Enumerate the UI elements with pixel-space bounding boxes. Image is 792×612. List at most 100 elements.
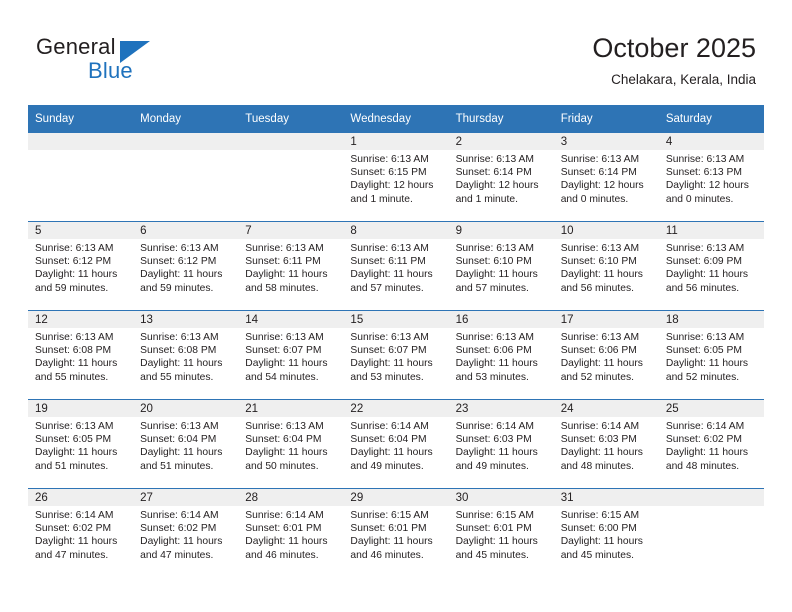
calendar-day-cell[interactable]: 20 Sunrise: 6:13 AM Sunset: 6:04 PM Dayligh… xyxy=(133,399,239,489)
calendar-day-cell[interactable]: 4 Sunrise: 6:13 AM Sunset: 6:13 PM Daylight… xyxy=(658,133,764,222)
calendar-day-cell[interactable]: 29 Sunrise: 6:15 AM Sunset: 6:01 PM Dayligh… xyxy=(343,488,449,577)
calendar-day-cell[interactable]: 13 Sunrise: 6:13 AM Sunset: 6:08 PM Dayligh… xyxy=(133,310,239,400)
daylight-text-line2: and 49 minutes. xyxy=(350,460,424,472)
sunrise-text: Sunrise: 6:14 AM xyxy=(35,510,114,521)
day-cell-inner: 12 Sunrise: 6:13 AM Sunset: 6:08 PM Dayligh… xyxy=(28,311,134,399)
calendar-body: 1 Sunrise: 6:13 AM Sunset: 6:15 PM Daylight… xyxy=(28,133,764,577)
sunset-text: Sunset: 6:05 PM xyxy=(35,434,112,446)
brand-logo[interactable]: General Blue xyxy=(36,34,296,90)
day-details: Sunrise: 6:15 AM Sunset: 6:00 PM Daylight:… xyxy=(554,506,659,562)
calendar-day-cell[interactable]: 3 Sunrise: 6:13 AM Sunset: 6:14 PM Daylight… xyxy=(553,133,659,222)
sunrise-text: Sunrise: 6:13 AM xyxy=(140,243,219,254)
calendar-day-cell[interactable]: 23 Sunrise: 6:14 AM Sunset: 6:03 PM Dayligh… xyxy=(448,399,554,489)
calendar-day-cell-empty xyxy=(238,133,344,222)
brand-name-blue: Blue xyxy=(88,58,133,83)
calendar-day-cell[interactable]: 25 Sunrise: 6:14 AM Sunset: 6:02 PM Dayligh… xyxy=(658,399,764,489)
sunrise-text: Sunrise: 6:14 AM xyxy=(560,421,640,432)
day-cell-inner: 31 Sunrise: 6:15 AM Sunset: 6:00 PM Dayligh… xyxy=(553,489,659,577)
sunrise-text: Sunrise: 6:13 AM xyxy=(665,243,745,254)
calendar-day-cell[interactable]: 27 Sunrise: 6:14 AM Sunset: 6:02 PM Dayligh… xyxy=(133,488,239,577)
calendar-day-cell[interactable]: 21 Sunrise: 6:13 AM Sunset: 6:04 PM Dayligh… xyxy=(238,399,344,489)
sunrise-text: Sunrise: 6:13 AM xyxy=(35,421,114,432)
calendar-day-cell[interactable]: 10 Sunrise: 6:13 AM Sunset: 6:10 PM Dayligh… xyxy=(553,221,659,311)
sunrise-text: Sunrise: 6:14 AM xyxy=(140,510,219,521)
weekday-header-saturday: Saturday xyxy=(658,105,764,133)
daylight-text-line2: and 52 minutes. xyxy=(560,371,634,383)
day-number: 28 xyxy=(238,489,344,506)
day-number: 4 xyxy=(658,133,764,150)
calendar-day-cell[interactable]: 24 Sunrise: 6:14 AM Sunset: 6:03 PM Dayligh… xyxy=(553,399,659,489)
sunset-text: Sunset: 6:00 PM xyxy=(560,523,637,535)
calendar-day-cell[interactable]: 22 Sunrise: 6:14 AM Sunset: 6:04 PM Dayligh… xyxy=(343,399,449,489)
sunrise-text: Sunrise: 6:13 AM xyxy=(245,421,324,432)
day-number: 7 xyxy=(238,222,344,239)
day-cell-inner: 13 Sunrise: 6:13 AM Sunset: 6:08 PM Dayligh… xyxy=(133,311,239,399)
calendar-day-cell[interactable]: 9 Sunrise: 6:13 AM Sunset: 6:10 PM Daylight… xyxy=(448,221,554,311)
sunrise-text: Sunrise: 6:14 AM xyxy=(245,510,324,521)
sunset-text: Sunset: 6:12 PM xyxy=(35,256,112,268)
calendar-week-row: 5 Sunrise: 6:13 AM Sunset: 6:12 PM Daylight… xyxy=(28,221,764,311)
daylight-text-line2: and 59 minutes. xyxy=(140,282,214,294)
day-cell-inner: 18 Sunrise: 6:13 AM Sunset: 6:05 PM Dayligh… xyxy=(658,311,764,399)
calendar-day-cell[interactable]: 1 Sunrise: 6:13 AM Sunset: 6:15 PM Daylight… xyxy=(343,133,449,222)
day-details: Sunrise: 6:14 AM Sunset: 6:03 PM Daylight:… xyxy=(449,417,554,473)
calendar-week-row: 12 Sunrise: 6:13 AM Sunset: 6:08 PM Dayligh… xyxy=(28,310,764,400)
day-number: 8 xyxy=(343,222,449,239)
day-cell-inner: 30 Sunrise: 6:15 AM Sunset: 6:01 PM Dayligh… xyxy=(448,489,554,577)
sunrise-text: Sunrise: 6:14 AM xyxy=(455,421,534,432)
daylight-text-line1: Daylight: 11 hours xyxy=(350,536,433,548)
day-details: Sunrise: 6:13 AM Sunset: 6:11 PM Daylight:… xyxy=(343,239,448,295)
calendar-day-cell[interactable]: 16 Sunrise: 6:13 AM Sunset: 6:06 PM Dayligh… xyxy=(448,310,554,400)
daylight-text-line2: and 55 minutes. xyxy=(140,371,214,383)
calendar-page: General Blue October 2025 Chelakara, Ker… xyxy=(0,0,792,612)
day-cell-inner: 3 Sunrise: 6:13 AM Sunset: 6:14 PM Daylight… xyxy=(553,133,659,221)
calendar-day-cell[interactable]: 11 Sunrise: 6:13 AM Sunset: 6:09 PM Dayligh… xyxy=(658,221,764,311)
calendar-week-row: 1 Sunrise: 6:13 AM Sunset: 6:15 PM Daylight… xyxy=(28,133,764,222)
page-subtitle: Chelakara, Kerala, India xyxy=(611,72,756,87)
daylight-text-line2: and 49 minutes. xyxy=(455,460,529,472)
calendar-day-cell[interactable]: 6 Sunrise: 6:13 AM Sunset: 6:12 PM Daylight… xyxy=(133,221,239,311)
day-details: Sunrise: 6:13 AM Sunset: 6:12 PM Daylight:… xyxy=(28,239,133,295)
calendar-day-cell[interactable]: 14 Sunrise: 6:13 AM Sunset: 6:07 PM Dayligh… xyxy=(238,310,344,400)
day-details: Sunrise: 6:13 AM Sunset: 6:07 PM Daylight:… xyxy=(238,328,343,384)
daylight-text-line2: and 52 minutes. xyxy=(665,371,740,383)
calendar-day-cell[interactable]: 7 Sunrise: 6:13 AM Sunset: 6:11 PM Daylight… xyxy=(238,221,344,311)
calendar-day-cell[interactable]: 8 Sunrise: 6:13 AM Sunset: 6:11 PM Daylight… xyxy=(343,221,449,311)
page-header: General Blue October 2025 Chelakara, Ker… xyxy=(0,0,792,100)
day-number: 19 xyxy=(28,400,134,417)
day-details xyxy=(133,150,238,153)
day-details xyxy=(659,506,764,509)
calendar-day-cell[interactable]: 17 Sunrise: 6:13 AM Sunset: 6:06 PM Dayligh… xyxy=(553,310,659,400)
daylight-text-line2: and 48 minutes. xyxy=(665,460,740,472)
calendar-day-cell[interactable]: 2 Sunrise: 6:13 AM Sunset: 6:14 PM Daylight… xyxy=(448,133,554,222)
calendar-day-cell[interactable]: 12 Sunrise: 6:13 AM Sunset: 6:08 PM Dayligh… xyxy=(28,310,134,400)
day-details: Sunrise: 6:15 AM Sunset: 6:01 PM Daylight:… xyxy=(343,506,448,562)
calendar-day-cell[interactable]: 5 Sunrise: 6:13 AM Sunset: 6:12 PM Daylight… xyxy=(28,221,134,311)
sunset-text: Sunset: 6:11 PM xyxy=(245,256,321,268)
calendar-day-cell[interactable]: 31 Sunrise: 6:15 AM Sunset: 6:00 PM Dayligh… xyxy=(553,488,659,577)
daylight-text-line2: and 57 minutes. xyxy=(455,282,529,294)
calendar-grid: Sunday Monday Tuesday Wednesday Thursday… xyxy=(28,105,764,577)
daylight-text-line1: Daylight: 11 hours xyxy=(455,447,538,459)
weekday-header-sunday: Sunday xyxy=(28,105,134,133)
calendar-day-cell[interactable]: 26 Sunrise: 6:14 AM Sunset: 6:02 PM Dayligh… xyxy=(28,488,134,577)
sunset-text: Sunset: 6:10 PM xyxy=(455,256,532,268)
calendar-day-cell[interactable]: 28 Sunrise: 6:14 AM Sunset: 6:01 PM Dayligh… xyxy=(238,488,344,577)
calendar-day-cell[interactable]: 15 Sunrise: 6:13 AM Sunset: 6:07 PM Dayligh… xyxy=(343,310,449,400)
day-details: Sunrise: 6:13 AM Sunset: 6:10 PM Daylight:… xyxy=(554,239,659,295)
sunset-text: Sunset: 6:02 PM xyxy=(35,523,112,535)
day-cell-inner: 25 Sunrise: 6:14 AM Sunset: 6:02 PM Dayligh… xyxy=(658,400,764,488)
day-details: Sunrise: 6:13 AM Sunset: 6:10 PM Daylight:… xyxy=(449,239,554,295)
calendar-day-cell[interactable]: 18 Sunrise: 6:13 AM Sunset: 6:05 PM Dayligh… xyxy=(658,310,764,400)
sunrise-text: Sunrise: 6:14 AM xyxy=(665,421,745,432)
daylight-text-line1: Daylight: 11 hours xyxy=(455,269,538,281)
calendar-day-cell[interactable]: 30 Sunrise: 6:15 AM Sunset: 6:01 PM Dayligh… xyxy=(448,488,554,577)
sunrise-text: Sunrise: 6:13 AM xyxy=(350,243,429,254)
day-details: Sunrise: 6:13 AM Sunset: 6:08 PM Daylight:… xyxy=(133,328,238,384)
day-details: Sunrise: 6:14 AM Sunset: 6:04 PM Daylight:… xyxy=(343,417,448,473)
brand-name-general: General xyxy=(36,34,116,59)
calendar-day-cell[interactable]: 19 Sunrise: 6:13 AM Sunset: 6:05 PM Dayligh… xyxy=(28,399,134,489)
day-cell-inner: 29 Sunrise: 6:15 AM Sunset: 6:01 PM Dayligh… xyxy=(343,489,449,577)
daylight-text-line1: Daylight: 11 hours xyxy=(455,536,538,548)
day-details: Sunrise: 6:13 AM Sunset: 6:06 PM Daylight:… xyxy=(554,328,659,384)
